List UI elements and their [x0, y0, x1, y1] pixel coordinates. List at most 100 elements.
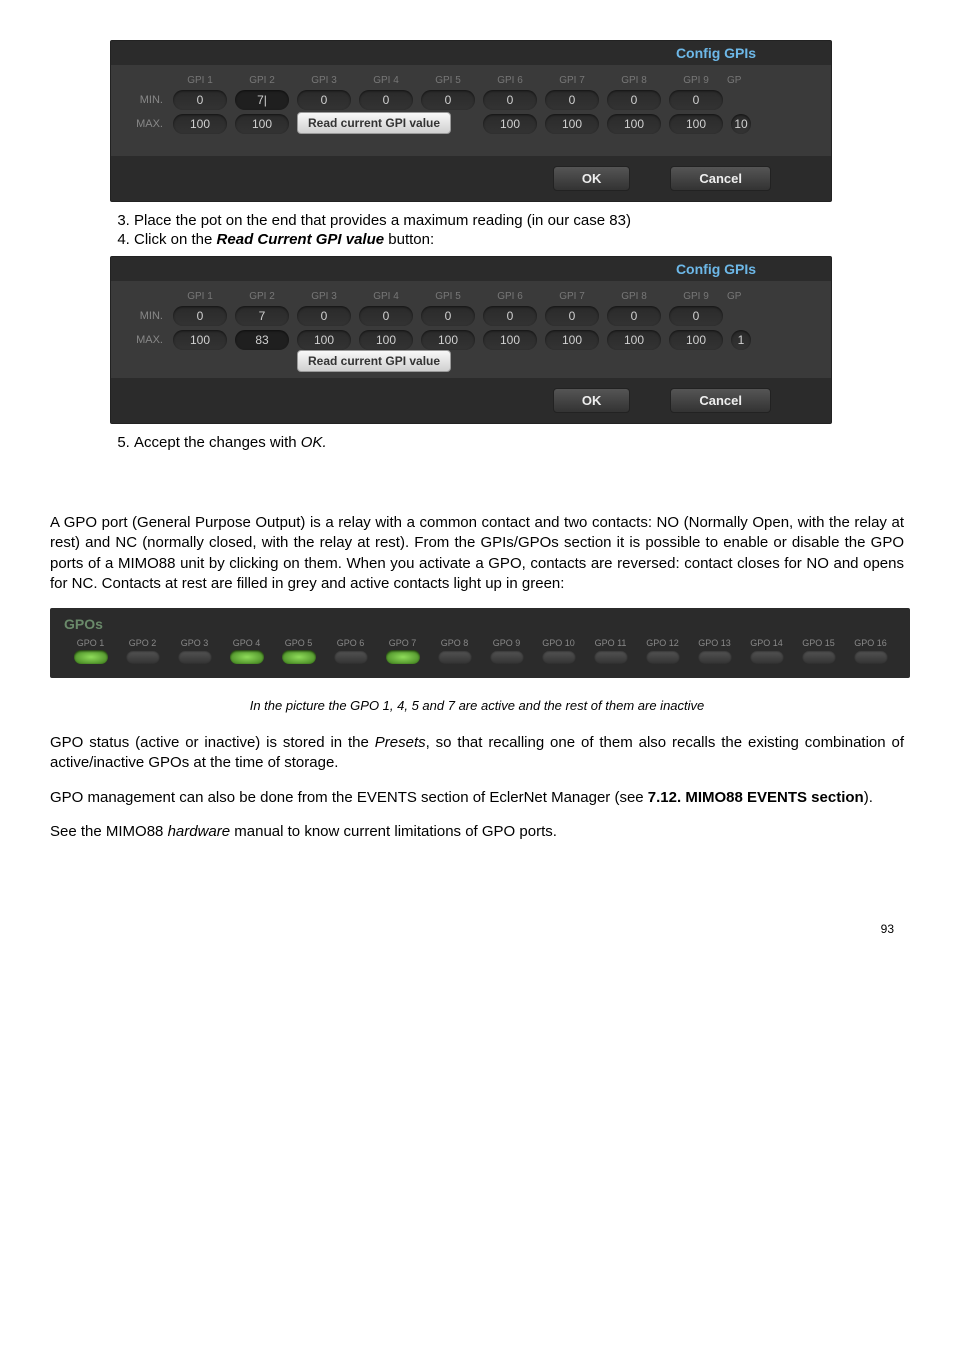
gpi-max-input[interactable]: 100 [669, 114, 723, 134]
gpi-min-input[interactable]: 0 [483, 306, 537, 326]
gpi-max-input[interactable]: 100 [607, 330, 661, 350]
gpo-item[interactable]: GPO 8 [430, 638, 479, 664]
paragraph-gpo-intro: A GPO port (General Purpose Output) is a… [50, 513, 904, 594]
gpo-caption: In the picture the GPO 1, 4, 5 and 7 are… [50, 698, 904, 713]
gpi-max-input[interactable]: 100 [545, 114, 599, 134]
gpi-max-input[interactable]: 100 [359, 330, 413, 350]
gpo-item[interactable]: GPO 14 [742, 638, 791, 664]
gpo-item[interactable]: GPO 2 [118, 638, 167, 664]
gpo-led-icon[interactable] [178, 650, 212, 664]
min-label: MIN. [119, 310, 169, 322]
gpo-item[interactable]: GPO 16 [846, 638, 895, 664]
gpo-label: GPO 9 [482, 638, 531, 648]
gpo-led-icon[interactable] [230, 650, 264, 664]
gpi-min-input[interactable]: 0 [607, 306, 661, 326]
gpo-item[interactable]: GPO 1 [66, 638, 115, 664]
gpo-item[interactable]: GPO 13 [690, 638, 739, 664]
gpo-item[interactable]: GPO 15 [794, 638, 843, 664]
gpi-min-input[interactable]: 0 [359, 90, 413, 110]
gpi-min-input[interactable]: 0 [483, 90, 537, 110]
gpi-min-input[interactable]: 0 [173, 306, 227, 326]
gpi-max-input[interactable]: 83 [235, 330, 289, 350]
gpi-max-input[interactable]: 1 [731, 330, 751, 350]
gpi-max-input[interactable]: 10 [731, 114, 751, 134]
gpo-item[interactable]: GPO 4 [222, 638, 271, 664]
gpi-header: GPI 1 [169, 291, 231, 302]
gpi-header: GP [727, 291, 757, 302]
gpi-header: GPI 7 [541, 75, 603, 86]
max-label: MAX. [119, 334, 169, 346]
paragraph-presets: GPO status (active or inactive) is store… [50, 733, 904, 774]
gpo-label: GPO 1 [66, 638, 115, 648]
gpo-item[interactable]: GPO 9 [482, 638, 531, 664]
read-current-gpi-button[interactable]: Read current GPI value [297, 350, 451, 372]
ok-button[interactable]: OK [553, 166, 631, 191]
gpi-max-input[interactable]: 100 [545, 330, 599, 350]
gpo-label: GPO 6 [326, 638, 375, 648]
gpi-min-input[interactable]: 0 [297, 306, 351, 326]
gpi-max-input[interactable]: 100 [669, 330, 723, 350]
gpi-max-input[interactable]: 100 [235, 114, 289, 134]
cancel-button[interactable]: Cancel [670, 388, 771, 413]
gpo-led-icon[interactable] [698, 650, 732, 664]
gpo-item[interactable]: GPO 3 [170, 638, 219, 664]
gpi-min-input[interactable]: 7 [235, 306, 289, 326]
gpi-max-input[interactable]: 100 [173, 330, 227, 350]
gpo-item[interactable]: GPO 7 [378, 638, 427, 664]
gpi-header: GPI 6 [479, 75, 541, 86]
gpo-led-icon[interactable] [750, 650, 784, 664]
gpo-item[interactable]: GPO 10 [534, 638, 583, 664]
gpo-led-icon[interactable] [802, 650, 836, 664]
gpi-max-input[interactable]: 100 [421, 330, 475, 350]
config-gpis-dialog-1: Config GPIs GPI 1 GPI 2 GPI 3 GPI 4 GPI … [110, 40, 832, 202]
gpi-min-input[interactable]: 0 [669, 90, 723, 110]
gpi-header: GPI 6 [479, 291, 541, 302]
gpi-max-input[interactable]: 100 [607, 114, 661, 134]
gpi-min-input[interactable]: 7| [235, 90, 289, 110]
gpo-label: GPO 8 [430, 638, 479, 648]
gpo-led-icon[interactable] [282, 650, 316, 664]
gpo-label: GPO 15 [794, 638, 843, 648]
gpi-min-input[interactable]: 0 [421, 90, 475, 110]
gpi-min-input[interactable]: 0 [359, 306, 413, 326]
gpo-label: GPO 11 [586, 638, 635, 648]
config-gpis-dialog-2: Config GPIs GPI 1 GPI 2 GPI 3 GPI 4 GPI … [110, 256, 832, 424]
ok-button[interactable]: OK [553, 388, 631, 413]
gpi-max-input[interactable]: 100 [483, 114, 537, 134]
gpi-header: GPI 5 [417, 75, 479, 86]
gpi-min-input[interactable]: 0 [421, 306, 475, 326]
gpo-item[interactable]: GPO 5 [274, 638, 323, 664]
gpo-led-icon[interactable] [490, 650, 524, 664]
gpo-led-icon[interactable] [854, 650, 888, 664]
gpi-min-input[interactable]: 0 [545, 90, 599, 110]
gpo-led-icon[interactable] [386, 650, 420, 664]
gpi-min-input[interactable]: 0 [607, 90, 661, 110]
gpo-led-icon[interactable] [334, 650, 368, 664]
gpo-led-icon[interactable] [594, 650, 628, 664]
gpi-min-input[interactable]: 0 [545, 306, 599, 326]
cancel-button[interactable]: Cancel [670, 166, 771, 191]
gpi-header: GPI 7 [541, 291, 603, 302]
gpi-max-input[interactable]: 100 [173, 114, 227, 134]
gpi-header: GPI 8 [603, 75, 665, 86]
gpo-led-icon[interactable] [126, 650, 160, 664]
gpo-led-icon[interactable] [542, 650, 576, 664]
gpo-led-icon[interactable] [646, 650, 680, 664]
gpi-min-input[interactable]: 0 [669, 306, 723, 326]
gpo-label: GPO 5 [274, 638, 323, 648]
gpo-led-icon[interactable] [438, 650, 472, 664]
dialog-title: Config GPIs [111, 41, 831, 65]
step-5: Accept the changes with OK. [134, 434, 904, 451]
gpo-led-icon[interactable] [74, 650, 108, 664]
gpi-header: GPI 5 [417, 291, 479, 302]
gpi-min-input[interactable]: 0 [173, 90, 227, 110]
gpo-item[interactable]: GPO 12 [638, 638, 687, 664]
gpo-item[interactable]: GPO 11 [586, 638, 635, 664]
gpi-max-input[interactable]: 100 [297, 330, 351, 350]
gpo-item[interactable]: GPO 6 [326, 638, 375, 664]
page-number: 93 [50, 922, 904, 936]
gpi-max-input[interactable]: 100 [483, 330, 537, 350]
gpi-min-input[interactable]: 0 [297, 90, 351, 110]
gpi-header: GPI 4 [355, 75, 417, 86]
read-current-gpi-button[interactable]: Read current GPI value [297, 112, 451, 134]
